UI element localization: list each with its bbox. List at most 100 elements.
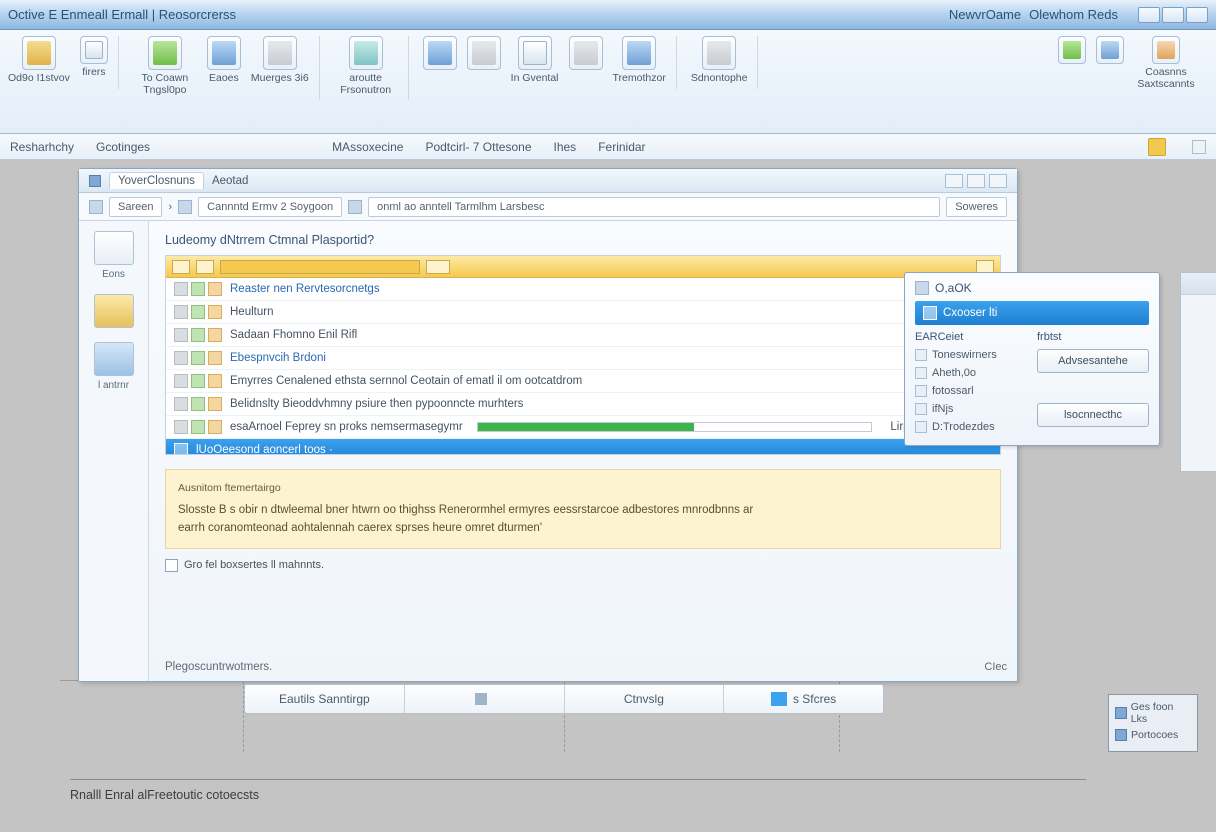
float-row[interactable]: Toneswirners	[915, 349, 1027, 361]
row-icon	[174, 420, 188, 434]
row-text: Emyrres Cenalened ethsta sernnol Ceotain…	[230, 375, 582, 387]
float-item-text: Toneswirners	[932, 349, 997, 361]
footer-btn[interactable]: Eautils Sanntirgp	[245, 685, 405, 713]
hdr-icon[interactable]	[426, 260, 450, 274]
ribbon-btn[interactable]: Tremothzor	[613, 36, 666, 85]
ribbon-btn[interactable]	[1058, 36, 1086, 90]
footer-btn[interactable]: s Sfcres	[724, 685, 883, 713]
progress-bar	[477, 422, 873, 432]
nav-icon[interactable]	[89, 200, 103, 214]
inner-min[interactable]	[945, 174, 963, 188]
crumb-item[interactable]: Sareen	[109, 197, 162, 217]
item-icon	[923, 306, 937, 320]
row-text: Ebespnvcih Brdoni	[230, 352, 326, 364]
float-panel: O,aOK Cxooser lti EARCeietToneswirnersAh…	[904, 272, 1160, 446]
crumb-item[interactable]: onml ao anntell Tarmlhm Larsbesc	[368, 197, 940, 217]
list-row[interactable]: Belidnslty Bieoddvhmny psiure then pypoo…	[166, 393, 1000, 416]
title-right-a[interactable]: NewvrOame	[949, 7, 1021, 22]
ribtab[interactable]: Gcotinges	[96, 140, 150, 154]
ribtab[interactable]: Resharhchy	[10, 140, 74, 154]
hdr-col[interactable]	[220, 260, 420, 274]
float-item-text: EARCeiet	[915, 331, 963, 343]
row-text: Reaster nen Rervtesorcnetgs	[230, 283, 380, 295]
row-text: Sadaan Fhomno Enil Rifl	[230, 329, 357, 341]
crumb-item[interactable]: Cannntd Ermv 2 Soygoon	[198, 197, 342, 217]
hdr-icon[interactable]	[196, 260, 214, 274]
ribbon-btn[interactable]: Muerges 3i6	[251, 36, 309, 96]
row-icon	[174, 328, 188, 342]
list-row[interactable]: esaArnoel Feprey sn proks nemsermasegymr…	[166, 416, 1000, 439]
help-icon[interactable]	[1192, 140, 1206, 154]
dot-icon	[1115, 707, 1127, 719]
list-row[interactable]: Sadaan Fhomno Enil Rifl	[166, 324, 1000, 347]
ribbon-btn[interactable]	[1096, 36, 1124, 90]
maximize-button[interactable]	[1162, 7, 1184, 23]
ribbon-btn[interactable]: aroutte Frsonutron	[334, 36, 398, 96]
checkbox-row[interactable]: Gro fel boxsertes ll mahnnts.	[165, 559, 1001, 572]
list-row[interactable]: Ebespnvcih Brdoni	[166, 347, 1000, 370]
crumb-item[interactable]: Soweres	[946, 197, 1007, 217]
ribtab[interactable]: Ihes	[554, 140, 577, 154]
list-row[interactable]: Reaster nen Rervtesorcnetgsa	[166, 278, 1000, 301]
row-icon	[208, 374, 222, 388]
row-text: esaArnoel Feprey sn proks nemsermasegymr	[230, 421, 463, 433]
close-link[interactable]: CIec	[984, 661, 1007, 673]
float-btn[interactable]: Advsesantehe	[1037, 349, 1149, 373]
row-icon	[208, 328, 222, 342]
float-row[interactable]: ifNjs	[915, 403, 1027, 415]
row-icon	[174, 282, 188, 296]
inner-tab-a[interactable]: YoverClosnuns	[109, 172, 204, 189]
float-right-hdr: frbtst	[1037, 331, 1149, 343]
panel-icon	[915, 281, 929, 295]
float-selected[interactable]: Cxooser lti	[915, 301, 1149, 325]
footer-btn[interactable]: Ctnvslg	[565, 685, 725, 713]
side-icon[interactable]	[94, 342, 134, 376]
title-right-b[interactable]: Olewhom Reds	[1029, 7, 1118, 22]
ribbon-btn[interactable]	[467, 36, 501, 85]
float-row[interactable]: D:Trodezdes	[915, 421, 1027, 433]
row-icon	[174, 443, 188, 454]
ribbon-btn[interactable]: Eaoes	[207, 36, 241, 96]
row-icon	[191, 282, 205, 296]
list-row[interactable]: Emyrres Cenalened ethsta sernnol Ceotain…	[166, 370, 1000, 393]
foot-label: Plegoscuntrwotmers.	[165, 651, 1001, 673]
inner-close[interactable]	[989, 174, 1007, 188]
close-button[interactable]	[1186, 7, 1208, 23]
list-row[interactable]: Heulturn	[166, 301, 1000, 324]
float-row[interactable]: EARCeiet	[915, 331, 1027, 343]
ribbon-btn[interactable]: To Coawn Tngsl0po	[133, 36, 197, 96]
ribbon-btn[interactable]: firers	[80, 36, 108, 85]
ribbon-btn[interactable]	[569, 36, 603, 85]
inner-max[interactable]	[967, 174, 985, 188]
dot-icon	[1115, 729, 1127, 741]
ribtab[interactable]: Podtcirl- 7 Ottesone	[425, 140, 531, 154]
ribbon-btn[interactable]: Od9o I1stvov	[8, 36, 70, 85]
float-btn[interactable]: lsocnnecthc	[1037, 403, 1149, 427]
ribbon-btn[interactable]: In Gvental	[511, 36, 559, 85]
row-icon	[208, 397, 222, 411]
warning-icon[interactable]	[1148, 138, 1166, 156]
ribbon-btn[interactable]	[423, 36, 457, 85]
nav-icon	[348, 200, 362, 214]
checkbox-icon[interactable]	[165, 559, 178, 572]
float-row[interactable]: Aheth,0o	[915, 367, 1027, 379]
ribbon-btn[interactable]: Sdnontophe	[691, 36, 748, 85]
ribtab[interactable]: Ferinidar	[598, 140, 645, 154]
inner-titlebar: YoverClosnuns Aeotad	[79, 169, 1017, 193]
float-item-text: Aheth,0o	[932, 367, 976, 379]
ribbon: Od9o I1stvov firers To Coawn Tngsl0po Ea…	[0, 30, 1216, 134]
side-icon[interactable]	[94, 231, 134, 265]
footer-btn[interactable]	[405, 685, 565, 713]
list-row[interactable]: lUoOeesond aoncerl toos ·	[166, 439, 1000, 454]
list-frame: Reaster nen RervtesorcnetgsaHeulturn Sada…	[165, 255, 1001, 455]
row-icon	[191, 397, 205, 411]
row-icon	[191, 328, 205, 342]
ribtab[interactable]: MAssoxecine	[332, 140, 403, 154]
minimize-button[interactable]	[1138, 7, 1160, 23]
hdr-icon[interactable]	[172, 260, 190, 274]
ribbon-btn[interactable]: Coasnns Saxtscannts	[1134, 36, 1198, 90]
side-icon[interactable]	[94, 294, 134, 328]
inner-tab-b[interactable]: Aeotad	[212, 175, 248, 187]
float-item-icon	[915, 367, 927, 379]
float-row[interactable]: fotossarl	[915, 385, 1027, 397]
